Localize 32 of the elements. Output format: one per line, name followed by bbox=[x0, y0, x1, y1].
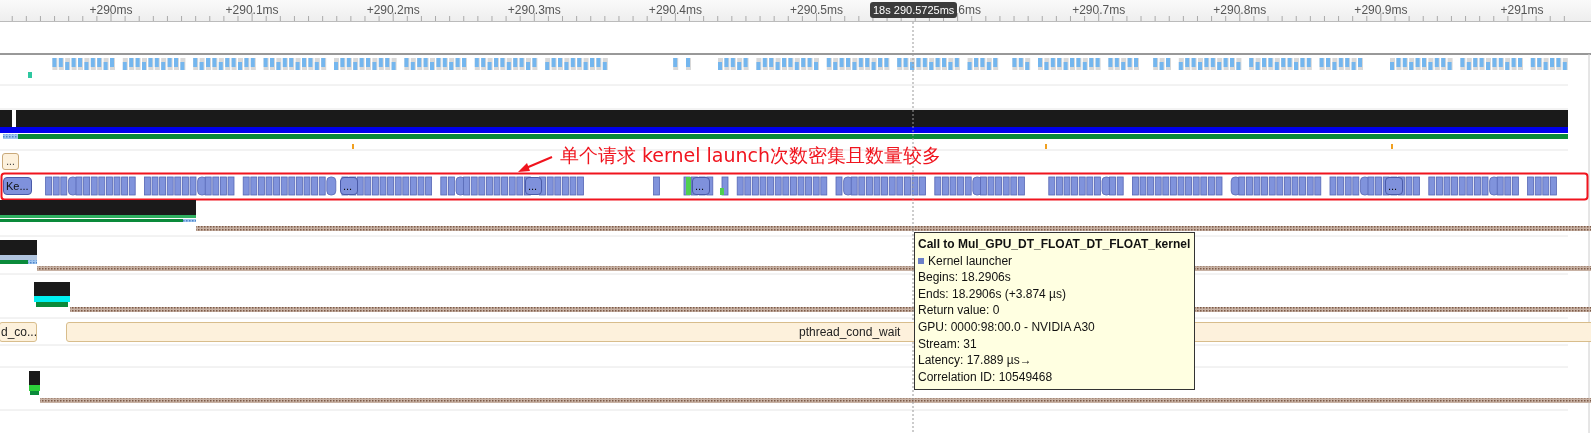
time-tick-label: +290.4ms bbox=[648, 3, 702, 17]
cursor-time-badge: 18s 290.5725ms bbox=[870, 2, 958, 18]
thread-activity-drawing bbox=[34, 282, 70, 307]
time-tick-label: +290.7ms bbox=[1072, 3, 1126, 17]
time-tick-label: +290.2ms bbox=[366, 3, 420, 17]
time-tick-label: +290.5ms bbox=[790, 3, 843, 17]
legend-swatch-icon bbox=[918, 257, 924, 264]
kernel-launch-block[interactable]: Ke... bbox=[3, 177, 32, 195]
tooltip-line: Return value: 0 bbox=[918, 302, 1001, 319]
kernel-launch-block[interactable]: ... bbox=[525, 177, 542, 195]
os-runtime-block[interactable]: d_co... bbox=[0, 322, 37, 342]
time-tick-label: +290.1ms bbox=[225, 3, 279, 17]
tooltip-line: Latency: 17.889 µs→ bbox=[918, 352, 1033, 369]
tooltip-line: Ends: 18.2906s (+3.874 µs) bbox=[918, 285, 1067, 303]
tooltip-line: Begins: 18.2906s bbox=[918, 269, 1012, 286]
time-tick-label: 6ms bbox=[958, 3, 981, 17]
expand-row-button[interactable]: ... bbox=[2, 153, 19, 170]
kernel-launch-block[interactable]: ... bbox=[692, 177, 710, 195]
time-tick-label: +290ms bbox=[89, 3, 133, 17]
thread-activity-drawing bbox=[29, 371, 40, 395]
tooltip-line: Correlation ID: 10549468 bbox=[918, 368, 1054, 386]
kernel-launch-block[interactable]: ... bbox=[340, 177, 358, 195]
time-tick-label: +290.9ms bbox=[1354, 3, 1408, 17]
annotation-text: 单个请求 kernel launch次数密集且数量较多 bbox=[560, 143, 942, 168]
kernel-launch-block[interactable]: ... bbox=[1385, 177, 1403, 195]
time-tick-label: +290.3ms bbox=[507, 3, 561, 17]
thread-activity-drawing bbox=[0, 240, 37, 264]
tooltip-title: Call to Mul_GPU_DT_FLOAT_DT_FLOAT_kernel bbox=[918, 236, 1191, 253]
annotation-arrow bbox=[518, 156, 553, 172]
time-tick-label: +291ms bbox=[1500, 3, 1544, 17]
time-tick-label: +290.8ms bbox=[1213, 3, 1267, 17]
legend-label: Kernel launcher bbox=[928, 252, 1013, 270]
